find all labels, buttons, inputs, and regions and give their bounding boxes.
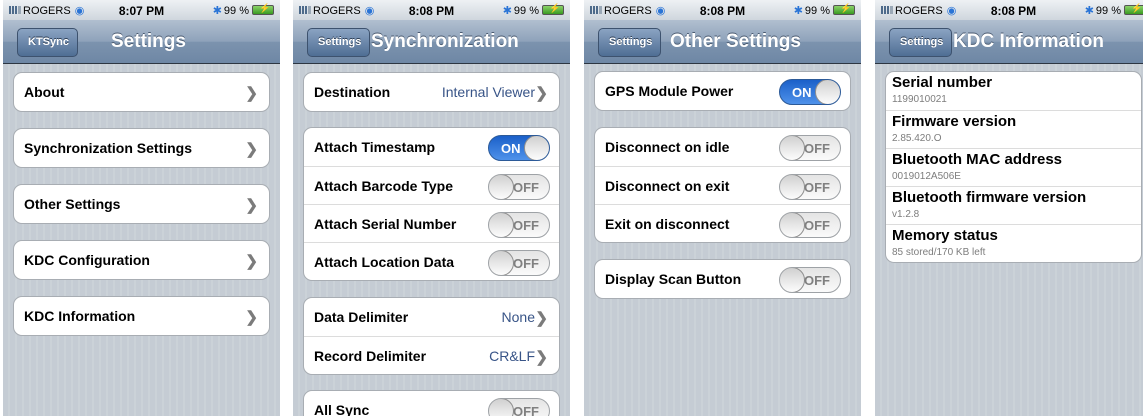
- attach-options-group: Attach Timestamp ON Attach Barcode Type …: [303, 127, 560, 281]
- battery-percent: 99 %: [513, 5, 539, 17]
- item-label: KDC Information: [24, 308, 136, 324]
- gps-module-power-row: GPS Module Power ON: [595, 72, 850, 110]
- serial-number-row: Serial number 1199010021: [892, 74, 993, 105]
- data-delimiter-value: None: [501, 309, 535, 325]
- bluetooth-firmware-value: v1.2.8: [892, 209, 920, 220]
- settings-item-about[interactable]: About ❯: [13, 72, 270, 112]
- attach-serial-number-toggle[interactable]: OFF: [488, 212, 550, 238]
- disconnect-on-idle-row: Disconnect on idle OFF: [595, 128, 850, 166]
- screen-settings: ROGERS◉ 8:07 PM ✱99 % KTSync Settings Ab…: [3, 0, 280, 416]
- bluetooth-icon: ✱: [1084, 5, 1094, 17]
- bluetooth-mac-row: Bluetooth MAC address 0019012A506E: [886, 148, 1141, 186]
- back-button[interactable]: Settings: [889, 28, 953, 57]
- status-bar: ROGERS ◉ 8:08 PM ✱ 99 %: [875, 0, 1143, 20]
- destination-group: Destination Internal Viewer ❯: [303, 72, 560, 112]
- memory-status-row: Memory status 85 stored/170 KB left: [886, 224, 1141, 262]
- page-title: Synchronization: [371, 31, 519, 52]
- attach-location-data-toggle[interactable]: OFF: [488, 250, 550, 276]
- disconnect-on-idle-toggle[interactable]: OFF: [779, 135, 841, 161]
- battery-percent: 99 %: [804, 5, 830, 17]
- attach-barcode-type-toggle[interactable]: OFF: [488, 174, 550, 200]
- item-label: About: [24, 84, 65, 100]
- record-delimiter-row[interactable]: Record Delimiter CR&LF ❯: [304, 336, 559, 374]
- page-title: KDC Information: [953, 31, 1104, 52]
- destination-row[interactable]: Destination Internal Viewer ❯: [304, 73, 559, 111]
- back-button[interactable]: Settings: [307, 28, 371, 57]
- all-sync-group: All Sync OFF: [303, 390, 560, 416]
- screen-kdc-information: ROGERS◉ 8:08 PM ✱99 % Settings KDC Infor…: [875, 0, 1143, 416]
- status-bar: ROGERS ◉ 8:08 PM ✱ 99 %: [293, 0, 570, 20]
- exit-on-disconnect-row: Exit on disconnect OFF: [595, 204, 850, 242]
- delimiter-group: Data Delimiter None ❯ Record Delimiter C…: [303, 297, 560, 375]
- chevron-right-icon: ❯: [245, 309, 258, 326]
- battery-icon: [1124, 3, 1143, 15]
- disconnect-on-exit-row: Disconnect on exit OFF: [595, 166, 850, 204]
- attach-barcode-type-row: Attach Barcode Type OFF: [304, 166, 559, 204]
- chevron-right-icon: ❯: [535, 85, 548, 102]
- bluetooth-firmware-row: Bluetooth firmware version v1.2.8: [886, 186, 1141, 224]
- settings-item-kdc-information[interactable]: KDC Information ❯: [13, 296, 270, 336]
- settings-item-kdc-configuration[interactable]: KDC Configuration ❯: [13, 240, 270, 280]
- battery-icon: [542, 3, 564, 15]
- bluetooth-mac-value: 0019012A506E: [892, 171, 961, 182]
- data-delimiter-row[interactable]: Data Delimiter None ❯: [304, 298, 559, 336]
- chevron-right-icon: ❯: [535, 310, 548, 327]
- item-label: KDC Configuration: [24, 252, 150, 268]
- settings-item-other[interactable]: Other Settings ❯: [13, 184, 270, 224]
- battery-icon: [252, 3, 274, 15]
- disconnect-group: Disconnect on idle OFF Disconnect on exi…: [594, 127, 851, 243]
- battery-percent: 99 %: [223, 5, 249, 17]
- bluetooth-icon: ✱: [793, 5, 803, 17]
- nav-bar: Settings Synchronization: [293, 20, 570, 64]
- screen-synchronization: ROGERS◉ 8:08 PM ✱99 % Settings Synchroni…: [293, 0, 570, 416]
- screen-other-settings: ROGERS◉ 8:08 PM ✱99 % Settings Other Set…: [584, 0, 861, 416]
- attach-location-data-row: Attach Location Data OFF: [304, 242, 559, 280]
- chevron-right-icon: ❯: [245, 197, 258, 214]
- battery-icon: [833, 3, 855, 15]
- all-sync-row: All Sync OFF: [304, 391, 559, 416]
- bluetooth-icon: ✱: [212, 5, 222, 17]
- back-button[interactable]: KTSync: [17, 28, 78, 57]
- item-label: Other Settings: [24, 196, 121, 212]
- chevron-right-icon: ❯: [535, 349, 548, 366]
- destination-label: Destination: [314, 84, 391, 100]
- memory-status-value: 85 stored/170 KB left: [892, 247, 986, 258]
- page-title: Other Settings: [670, 31, 801, 52]
- scan-button-group: Display Scan Button OFF: [594, 259, 851, 299]
- firmware-version-row: Firmware version 2.85.420.O: [886, 110, 1141, 148]
- battery-percent: 99 %: [1095, 5, 1121, 17]
- record-delimiter-value: CR&LF: [489, 348, 535, 364]
- attach-serial-number-row: Attach Serial Number OFF: [304, 204, 559, 242]
- disconnect-on-exit-toggle[interactable]: OFF: [779, 174, 841, 200]
- nav-bar: Settings KDC Information: [875, 20, 1143, 64]
- exit-on-disconnect-toggle[interactable]: OFF: [779, 212, 841, 238]
- gps-group: GPS Module Power ON: [594, 71, 851, 111]
- chevron-right-icon: ❯: [245, 141, 258, 158]
- attach-timestamp-row: Attach Timestamp ON: [304, 128, 559, 166]
- nav-bar: KTSync Settings: [3, 20, 280, 64]
- status-bar: ROGERS ◉ 8:07 PM ✱ 99 %: [3, 0, 280, 20]
- settings-item-synchronization[interactable]: Synchronization Settings ❯: [13, 128, 270, 168]
- kdc-info-group: Serial number 1199010021 Firmware versio…: [885, 71, 1142, 263]
- status-bar: ROGERS ◉ 8:08 PM ✱ 99 %: [584, 0, 861, 20]
- page-title: Settings: [111, 31, 186, 52]
- gps-module-power-toggle[interactable]: ON: [779, 79, 841, 105]
- nav-bar: Settings Other Settings: [584, 20, 861, 64]
- chevron-right-icon: ❯: [245, 85, 258, 102]
- firmware-version-value: 2.85.420.O: [892, 133, 942, 144]
- display-scan-button-row: Display Scan Button OFF: [595, 260, 850, 298]
- display-scan-button-toggle[interactable]: OFF: [779, 267, 841, 293]
- back-button[interactable]: Settings: [598, 28, 662, 57]
- attach-timestamp-toggle[interactable]: ON: [488, 135, 550, 161]
- chevron-right-icon: ❯: [245, 253, 258, 270]
- item-label: Synchronization Settings: [24, 140, 193, 156]
- all-sync-toggle[interactable]: OFF: [488, 398, 550, 416]
- bluetooth-icon: ✱: [502, 5, 512, 17]
- destination-value: Internal Viewer: [441, 84, 535, 100]
- serial-number-value: 1199010021: [892, 94, 947, 105]
